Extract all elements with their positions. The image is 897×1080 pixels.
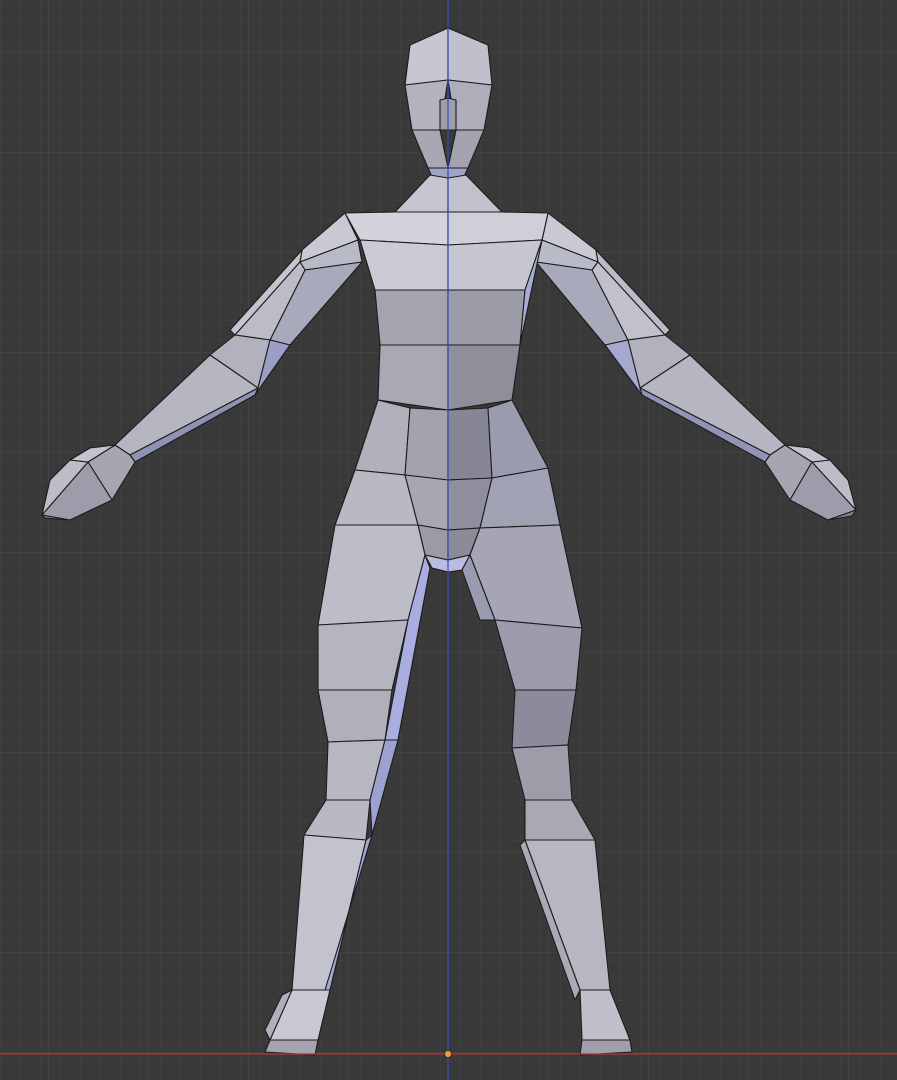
origin-marker[interactable] [444, 1050, 452, 1058]
viewport-canvas[interactable] [0, 0, 897, 1080]
3d-viewport[interactable] [0, 0, 897, 1080]
